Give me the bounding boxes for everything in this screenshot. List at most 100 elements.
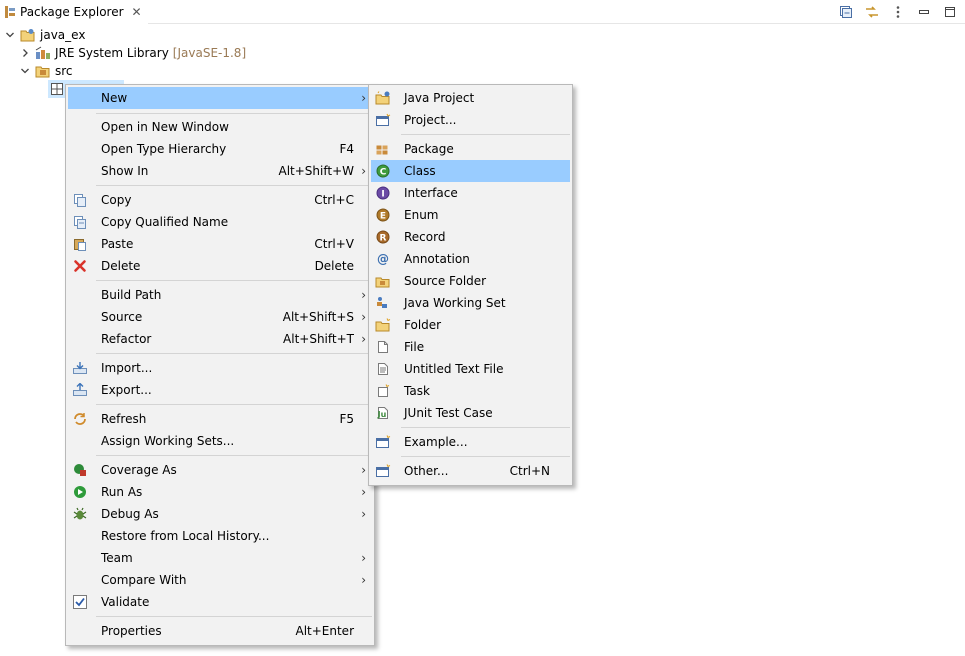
minimize-icon[interactable] [915, 3, 933, 21]
menu-item-source[interactable]: Source Alt+Shift+S › [68, 306, 372, 328]
menu-item-refactor[interactable]: Refactor Alt+Shift+T › [68, 328, 372, 350]
chevron-right-icon[interactable] [19, 47, 31, 59]
menu-item-validate[interactable]: Validate [68, 591, 372, 613]
source-folder-icon [375, 273, 391, 289]
project-icon [375, 112, 391, 128]
menu-item-refresh[interactable]: Refresh F5 [68, 408, 372, 430]
menu-item-restore-local-history[interactable]: Restore from Local History... [68, 525, 372, 547]
menu-item-build-path[interactable]: Build Path › [68, 284, 372, 306]
paste-icon [72, 236, 88, 252]
menu-item-shortcut: Alt+Shift+T [283, 332, 354, 346]
menu-item-label: Compare With [101, 573, 187, 587]
svg-text:C: C [380, 168, 387, 178]
submenu-item-interface[interactable]: I Interface [371, 182, 570, 204]
tree-item-jre-library[interactable]: JRE System Library [JavaSE-1.8] [19, 44, 246, 62]
menu-item-label: Copy [101, 193, 132, 207]
menu-item-label: Refresh [101, 412, 147, 426]
library-version-label: [JavaSE-1.8] [172, 46, 247, 60]
submenu-item-record[interactable]: R Record [371, 226, 570, 248]
submenu-item-label: Project... [404, 113, 457, 127]
submenu-item-java-project[interactable]: Java Project [371, 87, 570, 109]
src-label: src [55, 64, 73, 78]
menu-item-debug-as[interactable]: Debug As › [68, 503, 372, 525]
maximize-icon[interactable] [941, 3, 959, 21]
submenu-item-untitled-text-file[interactable]: Untitled Text File [371, 358, 570, 380]
menu-item-label: Debug As [101, 507, 159, 521]
import-icon [72, 360, 88, 376]
menu-separator [96, 616, 372, 617]
menu-item-team[interactable]: Team › [68, 547, 372, 569]
menu-item-shortcut: Delete [314, 259, 354, 273]
file-icon [375, 339, 391, 355]
menu-item-open-type-hierarchy[interactable]: Open Type Hierarchy F4 [68, 138, 372, 160]
menu-item-new[interactable]: New › [68, 87, 372, 109]
menu-separator [96, 280, 372, 281]
view-menu-icon[interactable] [889, 3, 907, 21]
package-icon [50, 82, 64, 96]
package-explorer-tab[interactable]: Package Explorer ✕ [0, 0, 148, 24]
menu-separator [401, 456, 570, 457]
submenu-item-folder[interactable]: Folder [371, 314, 570, 336]
chevron-down-icon[interactable] [4, 29, 16, 41]
svg-text:I: I [381, 190, 384, 200]
menu-item-show-in[interactable]: Show In Alt+Shift+W › [68, 160, 372, 182]
submenu-item-file[interactable]: File [371, 336, 570, 358]
collapse-all-icon[interactable] [837, 3, 855, 21]
menu-item-shortcut: Alt+Shift+S [282, 310, 354, 324]
submenu-item-source-folder[interactable]: Source Folder [371, 270, 570, 292]
submenu-item-project[interactable]: Project... [371, 109, 570, 131]
menu-item-delete[interactable]: Delete Delete [68, 255, 372, 277]
other-wizard-icon [375, 463, 391, 479]
menu-item-copy-qualified-name[interactable]: Copy Qualified Name [68, 211, 372, 233]
submenu-item-example[interactable]: Example... [371, 431, 570, 453]
menu-item-label: Refactor [101, 332, 152, 346]
menu-item-label: Assign Working Sets... [101, 434, 235, 448]
menu-item-properties[interactable]: Properties Alt+Enter [68, 620, 372, 642]
menu-item-label: Open in New Window [101, 120, 229, 134]
submenu-arrow-icon: › [361, 507, 366, 521]
submenu-arrow-icon: › [361, 332, 366, 346]
submenu-arrow-icon: › [361, 310, 366, 324]
menu-item-label: Paste [101, 237, 134, 251]
menu-separator [96, 455, 372, 456]
menu-item-coverage-as[interactable]: Coverage As › [68, 459, 372, 481]
new-submenu: Java Project Project... Package C Class … [368, 84, 573, 486]
submenu-item-java-working-set[interactable]: Java Working Set [371, 292, 570, 314]
submenu-item-junit-test-case[interactable]: Ju JUnit Test Case [371, 402, 570, 424]
delete-icon [72, 258, 88, 274]
submenu-item-annotation[interactable]: @ Annotation [371, 248, 570, 270]
svg-text:@: @ [377, 252, 389, 266]
submenu-item-label: Class [404, 164, 436, 178]
menu-item-label: Team [101, 551, 133, 565]
chevron-down-icon[interactable] [19, 65, 31, 77]
menu-item-paste[interactable]: Paste Ctrl+V [68, 233, 372, 255]
tree-item-project[interactable]: java_ex [4, 26, 85, 44]
submenu-item-other[interactable]: Other... Ctrl+N [371, 460, 570, 482]
submenu-item-shortcut: Ctrl+N [509, 464, 550, 478]
submenu-item-enum[interactable]: E Enum [371, 204, 570, 226]
interface-icon: I [375, 185, 391, 201]
submenu-item-label: JUnit Test Case [404, 406, 493, 420]
text-file-icon [375, 361, 391, 377]
view-toolbar [837, 2, 959, 22]
working-set-icon [375, 295, 391, 311]
tree-item-src[interactable]: src [19, 62, 73, 80]
submenu-item-class[interactable]: C Class [371, 160, 570, 182]
menu-item-open-in-new-window[interactable]: Open in New Window [68, 116, 372, 138]
tree-item-default-package[interactable] [50, 80, 64, 98]
submenu-item-label: Interface [404, 186, 458, 200]
menu-item-assign-working-sets[interactable]: Assign Working Sets... [68, 430, 372, 452]
menu-item-export[interactable]: Export... [68, 379, 372, 401]
close-view-icon[interactable]: ✕ [132, 5, 142, 19]
source-folder-icon [35, 64, 51, 78]
folder-icon [375, 317, 391, 333]
menu-item-compare-with[interactable]: Compare With › [68, 569, 372, 591]
menu-item-import[interactable]: Import... [68, 357, 372, 379]
menu-item-copy[interactable]: Copy Ctrl+C [68, 189, 372, 211]
link-with-editor-icon[interactable] [863, 3, 881, 21]
submenu-item-package[interactable]: Package [371, 138, 570, 160]
menu-item-label: Open Type Hierarchy [101, 142, 227, 156]
submenu-item-task[interactable]: Task [371, 380, 570, 402]
submenu-arrow-icon: › [361, 463, 366, 477]
menu-item-run-as[interactable]: Run As › [68, 481, 372, 503]
